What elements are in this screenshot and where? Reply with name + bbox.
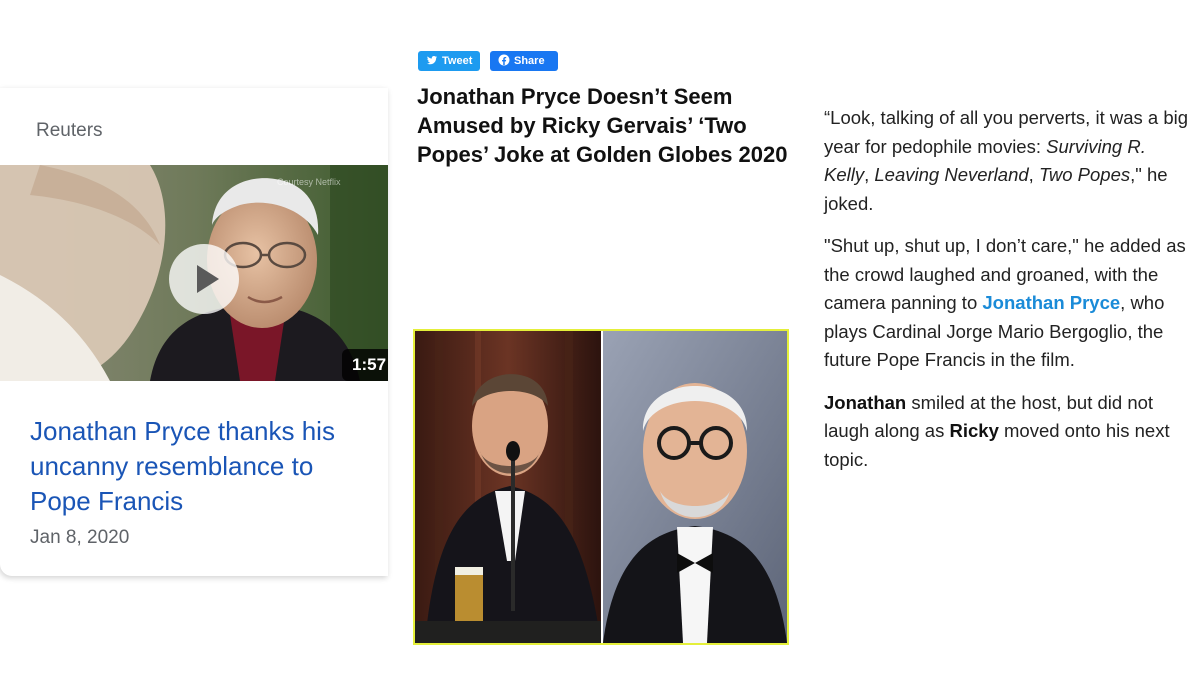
share-button-label: Share [514, 55, 545, 67]
bold-name: Jonathan [824, 391, 907, 413]
video-thumbnail[interactable]: Courtesy Netflix 1:57 [0, 165, 388, 381]
film-title: Two Popes [1038, 164, 1131, 185]
facebook-icon [498, 54, 510, 66]
video-duration: 1:57 [342, 349, 388, 381]
facebook-share-button[interactable]: Share [490, 51, 558, 71]
video-courtesy-text: Courtesy Netflix [277, 177, 341, 187]
tweet-button[interactable]: Tweet [418, 51, 480, 71]
film-title: Leaving Neverland [874, 164, 1029, 185]
twitter-bird-icon [427, 55, 438, 65]
article-body: “Look, talking of all you perverts, it w… [824, 104, 1196, 488]
news-card[interactable]: Reuters Courtesy Netflix 1:57 Jonathan P… [0, 88, 388, 576]
article-photo [413, 329, 789, 645]
quote-paragraph-2: "Shut up, shut up, I don’t care," he add… [824, 232, 1196, 375]
bold-name: Ricky [949, 420, 999, 441]
article-photo-image [415, 331, 787, 643]
card-source: Reuters [36, 120, 103, 141]
separator: , [864, 164, 875, 185]
tweet-button-label: Tweet [442, 55, 473, 67]
play-icon[interactable] [169, 244, 239, 314]
quote-paragraph-1: “Look, talking of all you perverts, it w… [824, 104, 1196, 218]
separator: , [1028, 164, 1039, 185]
card-date: Jan 8, 2020 [30, 527, 130, 548]
article-headline: Jonathan Pryce Doesn’t Seem Amused by Ri… [417, 84, 788, 167]
card-headline-link[interactable]: Jonathan Pryce thanks his uncanny resemb… [30, 414, 380, 519]
quote-paragraph-3: Jonathan smiled at the host, but did not… [824, 389, 1196, 475]
jonathan-pryce-link[interactable]: Jonathan Pryce [982, 292, 1120, 313]
